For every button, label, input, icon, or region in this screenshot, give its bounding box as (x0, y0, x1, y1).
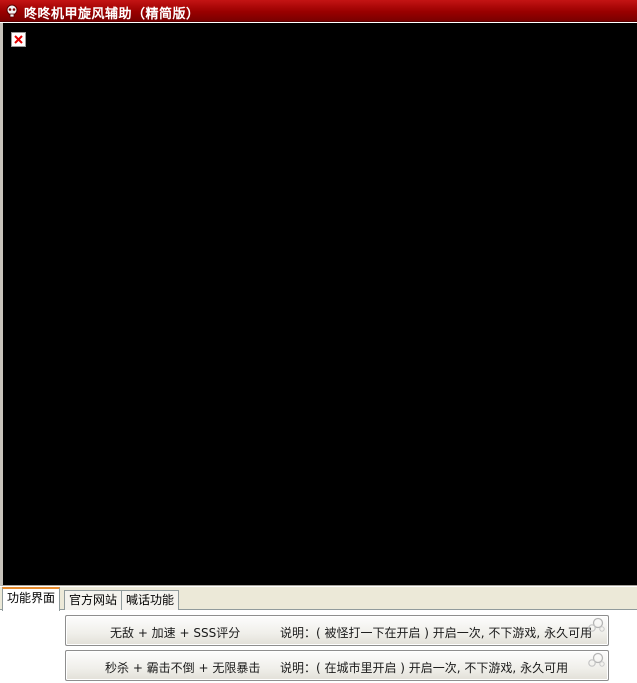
function-panel: 无敌 + 加速 + SSS评分 说明：( 被怪打一下在开启 ) 开启一次, 不下… (0, 610, 637, 683)
tab-official-site[interactable]: 官方网站 (64, 590, 123, 610)
embedded-browser-area[interactable] (0, 23, 637, 586)
swirl-ornament-icon (586, 617, 606, 634)
swirl-ornament-icon (586, 652, 606, 669)
button-description: 说明：( 在城市里开启 ) 开启一次, 不下游戏, 永久可用 (280, 661, 569, 675)
broken-image-icon (11, 32, 26, 47)
button-name: 秒杀 + 霸击不倒 + 无限暴击 (105, 661, 261, 675)
tab-strip: 功能界面 官方网站 喊话功能 (0, 587, 637, 611)
tab-shout[interactable]: 喊话功能 (121, 590, 180, 610)
title-bar[interactable]: 咚咚机甲旋风辅助（精简版） (0, 0, 637, 22)
instant-kill-button[interactable]: 秒杀 + 霸击不倒 + 无限暴击 说明：( 在城市里开启 ) 开启一次, 不下游… (65, 650, 609, 681)
button-description: 说明：( 被怪打一下在开启 ) 开启一次, 不下游戏, 永久可用 (280, 626, 593, 640)
tab-function[interactable]: 功能界面 (2, 587, 61, 611)
window-title: 咚咚机甲旋风辅助（精简版） (24, 7, 200, 22)
skull-app-icon (5, 4, 19, 18)
invincible-speed-button[interactable]: 无敌 + 加速 + SSS评分 说明：( 被怪打一下在开启 ) 开启一次, 不下… (65, 615, 609, 646)
button-name: 无敌 + 加速 + SSS评分 (110, 626, 241, 640)
